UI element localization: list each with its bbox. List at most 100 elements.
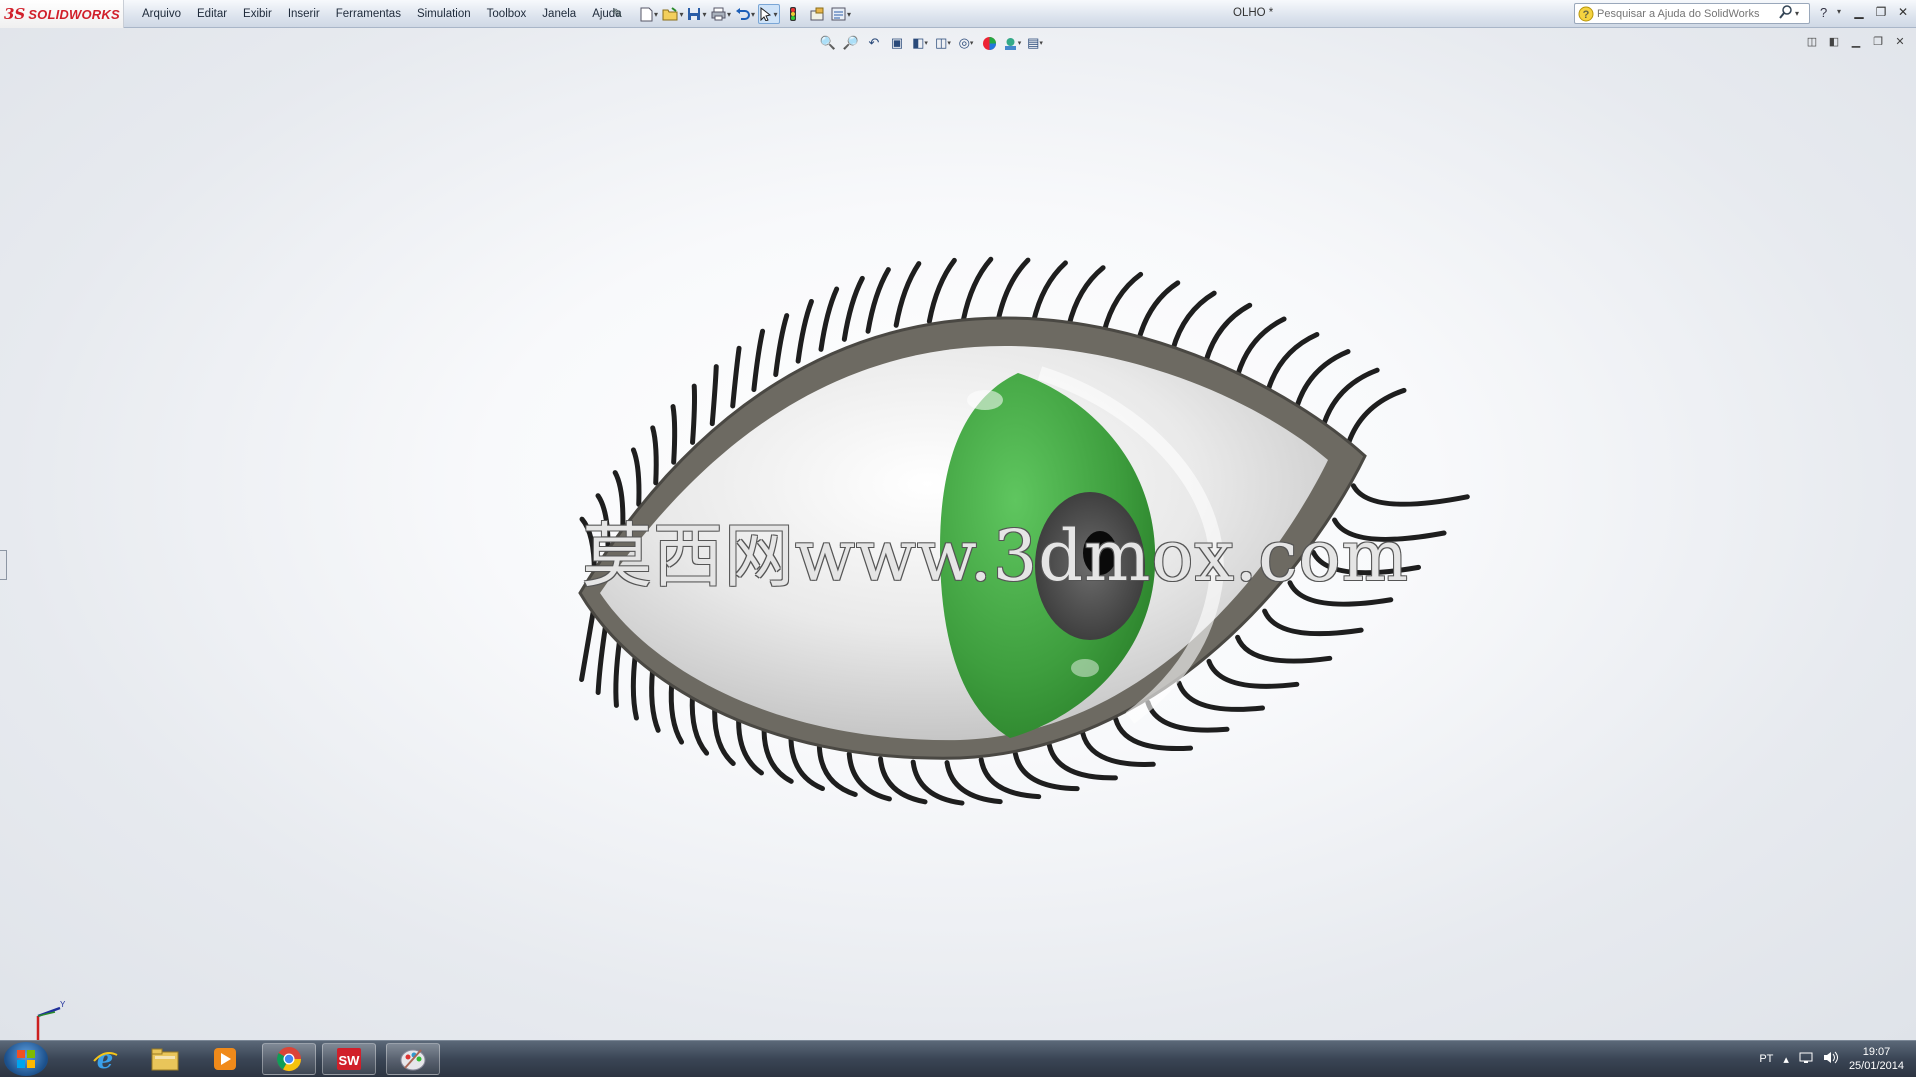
internet-explorer-icon[interactable]: e	[78, 1043, 132, 1075]
graphics-area[interactable]: 莫西网www.3dmox.com Y X	[0, 28, 1916, 1048]
help-dropdown[interactable]: ▾	[1837, 7, 1841, 16]
eyelash	[690, 383, 698, 445]
standard-toolbar	[638, 4, 852, 24]
help-icon[interactable]: ?	[1820, 5, 1827, 20]
eyelash	[595, 623, 609, 696]
eyelash	[613, 637, 623, 708]
restore-icon[interactable]: ❐	[1872, 3, 1890, 21]
menu-editar[interactable]: Editar	[189, 8, 235, 20]
eyelash	[1030, 260, 1068, 325]
open-icon[interactable]	[662, 4, 684, 24]
media-player-icon[interactable]	[198, 1043, 252, 1075]
doc-close-icon[interactable]: ✕	[1892, 33, 1908, 49]
display-style-icon[interactable]: ◫	[933, 33, 953, 53]
tile-horizontal-icon[interactable]: ◫	[1804, 33, 1820, 49]
brand-name: SOLIDWORKS	[28, 6, 120, 22]
triad-y-label: Y	[60, 1000, 66, 1009]
menu-toolbox[interactable]: Toolbox	[479, 8, 535, 20]
eyelash	[926, 257, 957, 324]
start-button[interactable]	[4, 1042, 48, 1076]
eyelash	[995, 257, 1031, 323]
chrome-icon[interactable]	[262, 1043, 316, 1075]
eyelash	[630, 652, 639, 721]
tile-vertical-icon[interactable]: ◧	[1826, 33, 1842, 49]
svg-text:e: e	[97, 1045, 114, 1073]
new-document-icon[interactable]	[638, 4, 660, 24]
file-properties-icon[interactable]	[806, 4, 828, 24]
eyelash	[795, 298, 814, 364]
menu-inserir[interactable]: Inserir	[280, 8, 328, 20]
doc-restore-icon[interactable]: ❐	[1870, 33, 1886, 49]
eyelash	[960, 256, 994, 323]
solidworks-logo[interactable]: 3S SOLIDWORKS	[0, 0, 124, 28]
doc-minimize-icon[interactable]: ▁	[1848, 33, 1864, 49]
eyelash	[1136, 280, 1181, 343]
svg-text:?: ?	[1583, 9, 1590, 21]
help-search-input[interactable]	[1595, 7, 1777, 20]
title-bar: 3S SOLIDWORKS Arquivo Editar Exibir Inse…	[0, 0, 1916, 28]
eyelash	[730, 345, 742, 409]
eyelash	[1101, 271, 1144, 335]
eyelash	[579, 608, 596, 683]
view-orientation-icon[interactable]: ◧	[910, 33, 930, 53]
eyelash	[841, 275, 865, 342]
eyelash	[1080, 730, 1156, 767]
search-icon[interactable]	[1779, 5, 1793, 22]
file-explorer-icon[interactable]	[138, 1043, 192, 1075]
eyelash	[893, 261, 922, 328]
document-title: OLHO *	[1233, 7, 1274, 19]
hide-show-items-icon[interactable]: ◎	[956, 33, 976, 53]
minimize-icon[interactable]: ▁	[1850, 3, 1868, 21]
document-window-controls: ◫ ◧ ▁ ❐ ✕	[1804, 33, 1908, 49]
iris-highlight	[967, 390, 1003, 410]
ds-logo-mark: 3S	[4, 5, 26, 23]
menu-janela[interactable]: Janela	[534, 8, 584, 20]
save-icon[interactable]	[686, 4, 708, 24]
close-icon[interactable]: ✕	[1894, 3, 1912, 21]
menu-arquivo[interactable]: Arquivo	[134, 8, 189, 20]
undo-icon[interactable]	[734, 4, 756, 24]
eyelash	[818, 286, 840, 352]
eyelash	[1170, 290, 1217, 353]
rebuild-icon[interactable]	[782, 4, 804, 24]
pin-menu-icon[interactable]: ✎	[612, 6, 628, 22]
solidworks-icon[interactable]: SW	[322, 1043, 376, 1075]
previous-view-icon[interactable]: ↶	[864, 33, 884, 53]
heads-up-view-toolbar: 🔍 🔎 ↶ ▣ ◧ ◫ ◎ ▤	[818, 32, 1045, 54]
eyelash	[709, 364, 719, 427]
eyelash	[1235, 634, 1333, 664]
help-search-box: ? ▾	[1574, 3, 1810, 24]
menu-ferramentas[interactable]: Ferramentas	[328, 8, 409, 20]
show-hidden-icons-icon[interactable]: ▴	[1783, 1053, 1789, 1066]
clock-time: 19:07	[1862, 1046, 1891, 1058]
eyelash	[1203, 302, 1253, 364]
zoom-to-fit-icon[interactable]: 🔍	[818, 33, 838, 53]
paint-icon[interactable]	[386, 1043, 440, 1075]
system-tray: PT ▴ 19:07 25/01/2014	[1759, 1041, 1904, 1077]
edit-appearance-icon[interactable]	[979, 33, 999, 53]
section-view-icon[interactable]: ▣	[887, 33, 907, 53]
eyelash	[1066, 265, 1106, 329]
iris-highlight-lower	[1071, 659, 1099, 677]
eyelash	[751, 328, 766, 393]
network-icon[interactable]	[1799, 1051, 1813, 1067]
eyelash	[865, 267, 891, 334]
clock[interactable]: 19:07 25/01/2014	[1849, 1045, 1904, 1073]
menu-exibir[interactable]: Exibir	[235, 8, 280, 20]
menu-simulation[interactable]: Simulation	[409, 8, 479, 20]
search-options-dropdown[interactable]: ▾	[1795, 9, 1799, 18]
eyelash	[1046, 742, 1118, 781]
select-icon[interactable]	[758, 4, 780, 24]
window-controls: ▁ ❐ ✕	[1850, 3, 1912, 21]
eyelash	[773, 313, 790, 378]
options-icon[interactable]	[830, 4, 852, 24]
language-indicator[interactable]: PT	[1759, 1053, 1773, 1065]
windows-taskbar: e SW PT ▴ 19:07 25/01/2014	[0, 1040, 1916, 1077]
eyelash	[650, 425, 659, 486]
print-icon[interactable]	[710, 4, 732, 24]
apply-scene-icon[interactable]	[1002, 33, 1022, 53]
volume-icon[interactable]	[1823, 1051, 1839, 1067]
view-settings-icon[interactable]: ▤	[1025, 33, 1045, 53]
zoom-to-area-icon[interactable]: 🔎	[841, 33, 861, 53]
help-question-icon: ?	[1577, 5, 1595, 23]
